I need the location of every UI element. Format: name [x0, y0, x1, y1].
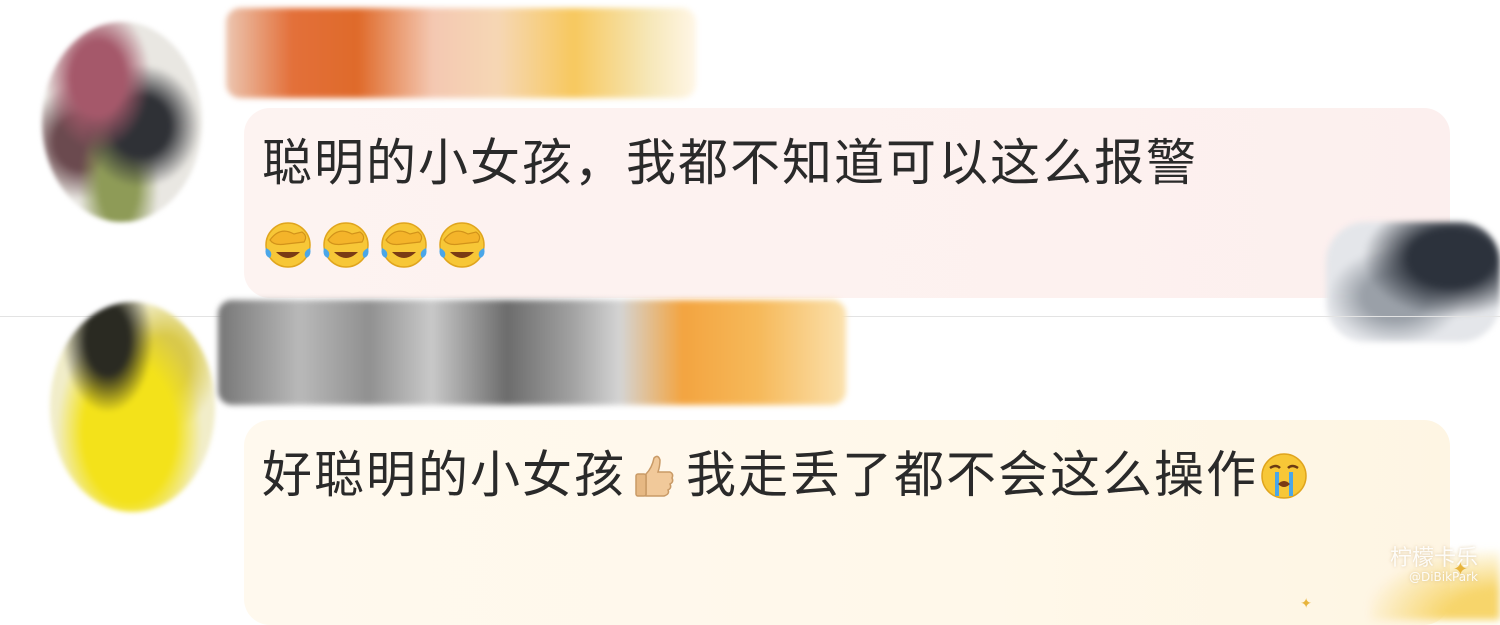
username-redacted[interactable]	[226, 8, 696, 98]
facepalm-laugh-icon	[378, 218, 430, 270]
sparkle-icon: ✦	[1300, 596, 1312, 612]
facepalm-laugh-icon	[262, 218, 314, 270]
username-redacted[interactable]	[218, 300, 846, 405]
thumbs-up-icon	[628, 450, 680, 502]
comment-item: 聪明的小女孩，我都不知道可以这么报警	[0, 0, 1500, 342]
comment-text-content: 好聪明的小女孩	[262, 446, 626, 504]
crying-face-icon	[1258, 450, 1310, 502]
comment-text-content-2: 我走丢了都不会这么操作	[686, 446, 1258, 504]
comment-text: 好聪明的小女孩 我走丢了都不会这么操作	[262, 435, 1402, 515]
sparkle-icon: ✦	[1452, 559, 1468, 580]
facepalm-laugh-icon	[436, 218, 488, 270]
avatar[interactable]	[50, 302, 215, 512]
comment-text-content: 聪明的小女孩，我都不知道可以这么报警	[262, 134, 1198, 192]
facepalm-laugh-icon	[320, 218, 372, 270]
avatar[interactable]	[42, 22, 202, 222]
comment-text: 聪明的小女孩，我都不知道可以这么报警	[262, 123, 1402, 283]
